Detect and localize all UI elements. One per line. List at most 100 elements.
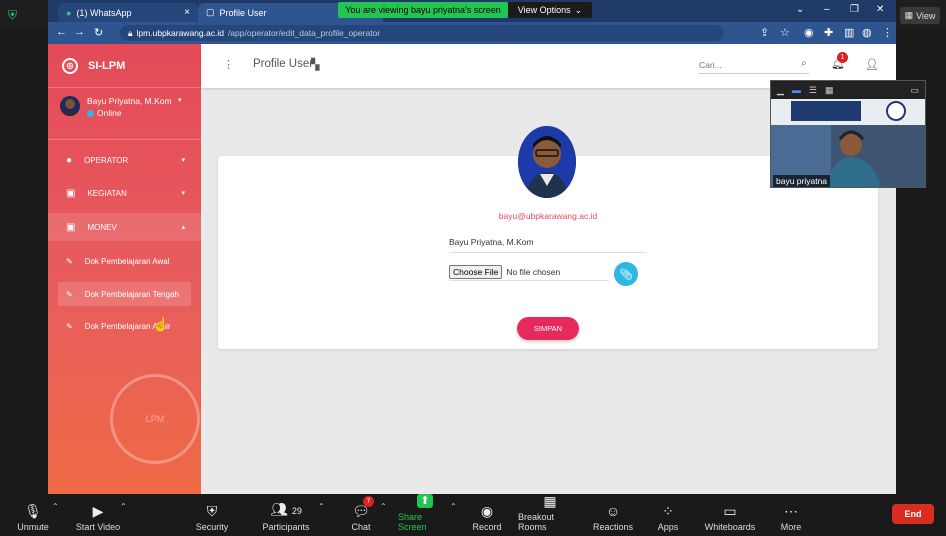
edit-icon: ✎: [66, 321, 73, 331]
sidepanel-icon[interactable]: ▥: [844, 26, 854, 39]
caret-up-icon[interactable]: ⌃: [318, 502, 325, 511]
page-title: Profile User: [253, 58, 314, 70]
video-controls: ▁ ▬ ☰ ▦ ▭: [771, 81, 925, 99]
caret-up-icon[interactable]: ⌃: [380, 502, 387, 511]
name-field[interactable]: Bayu Priyatna, M.Kom: [449, 237, 647, 253]
whatsapp-icon: ●: [66, 7, 72, 18]
more-dots-icon: ⋯: [784, 503, 798, 519]
share-icon[interactable]: ⇪: [760, 26, 769, 39]
shield-icon: ⛨: [8, 8, 18, 22]
kebab-icon[interactable]: ⋮: [223, 58, 234, 71]
mic-muted-icon: 🎙︎: [24, 503, 42, 519]
choose-file-button[interactable]: Choose File: [449, 264, 503, 279]
attach-button[interactable]: 📎︎: [614, 262, 638, 286]
user-icon[interactable]: 👤︎: [865, 58, 879, 71]
search-input[interactable]: [699, 56, 809, 74]
calendar-icon: ▣: [66, 187, 76, 199]
sidebar-subitem-tengah[interactable]: ✎ Dok Pembelajaran Tengah: [58, 282, 191, 306]
page-icon: ▢: [206, 7, 215, 17]
breakout-rooms-button[interactable]: ▦ Breakout Rooms: [518, 494, 582, 532]
participants-icon: 👥︎ 29: [270, 501, 302, 517]
chat-badge: 7: [363, 496, 374, 507]
edit-icon: ✎: [66, 289, 73, 299]
participant-name: bayu priyatna: [773, 175, 831, 187]
video-feed: [771, 99, 925, 187]
chevron-down-icon[interactable]: ⌄: [796, 4, 804, 15]
tab-whatsapp[interactable]: ● (1) WhatsApp ×: [58, 3, 198, 22]
extensions-icon[interactable]: ✚: [824, 26, 833, 39]
unmute-button[interactable]: 🎙︎ Unmute: [14, 498, 52, 532]
window-close-icon[interactable]: ✕: [876, 4, 884, 15]
brand[interactable]: ◎ SI-LPM: [48, 44, 201, 88]
hand-cursor-icon: ☝: [152, 316, 170, 332]
end-meeting-button[interactable]: End: [892, 504, 934, 524]
profile-email: bayu@ubpkarawang.ac.id: [498, 211, 598, 221]
no-file-label: No file chosen: [506, 266, 561, 277]
record-button[interactable]: ◉ Record: [470, 498, 504, 532]
zoom-toolbar: 🎙︎ Unmute ⌃ ▶︎ Start Video ⌃ ⛨ Security 👥︎ …: [0, 494, 946, 536]
sidebar-item-monev[interactable]: ▣ MONEV ▴: [48, 213, 201, 241]
back-icon[interactable]: ←: [56, 26, 67, 38]
search-icon[interactable]: ⌕: [801, 58, 807, 69]
close-icon[interactable]: ×: [184, 7, 190, 18]
notification-badge: 1: [837, 52, 848, 63]
reactions-button[interactable]: ☺ Reactions: [592, 498, 634, 532]
sidebar-subitem-akhir[interactable]: ✎ Dok Pembelajaran Akhir: [58, 314, 191, 338]
url-field[interactable]: 🔒︎ lpm.ubpkarawang.ac.id/app/operator/ed…: [120, 25, 724, 41]
emoji-icon: ☺: [605, 503, 621, 519]
caret-up-icon[interactable]: ⌃: [52, 502, 59, 511]
whiteboard-icon: ▭: [723, 503, 737, 519]
file-input[interactable]: Choose File No file chosen: [449, 263, 609, 281]
paperclip-icon: 📎︎: [619, 268, 633, 281]
caret-up-icon[interactable]: ⌃: [450, 502, 457, 511]
zoom-left-margin: [0, 28, 48, 494]
online-dot-icon: [87, 109, 94, 117]
share-screen-button[interactable]: ⬆ Share Screen: [398, 494, 452, 532]
caret-down-icon: ▾: [181, 190, 185, 197]
whiteboards-button[interactable]: ▭ Whiteboards: [704, 498, 756, 532]
profile-photo: [518, 126, 576, 198]
speaker-view-icon[interactable]: ▬: [792, 85, 801, 95]
layout-icon[interactable]: ▚: [311, 58, 319, 71]
minimize-icon[interactable]: –: [824, 4, 830, 15]
grid-icon: ▦: [904, 10, 914, 20]
camera-icon[interactable]: ◉: [804, 26, 814, 39]
video-off-icon: ▶︎: [92, 503, 104, 519]
save-button[interactable]: SIMPAN: [517, 317, 579, 340]
logo-icon: ◎: [62, 57, 78, 74]
calendar-icon: ▣: [66, 221, 76, 233]
view-button[interactable]: ▦ View: [900, 7, 940, 24]
divider: [48, 139, 201, 140]
reload-icon[interactable]: ↻: [94, 26, 103, 39]
sidebar-item-kegiatan[interactable]: ▣ KEGIATAN ▾: [48, 179, 201, 207]
participants-button[interactable]: 👥︎ 29 Participants: [258, 498, 314, 532]
stack-icon[interactable]: ☰: [809, 85, 817, 96]
restore-icon[interactable]: ❐: [850, 4, 859, 15]
web-page: ◎ SI-LPM Bayu Priyatna, M.Kom ▾ Online ●…: [48, 44, 896, 494]
expand-icon[interactable]: ▭: [910, 85, 919, 96]
gallery-icon[interactable]: ▦: [825, 85, 834, 96]
user-name: Bayu Priyatna, M.Kom: [87, 96, 172, 106]
view-options-button[interactable]: View Options ⌄: [508, 2, 592, 18]
kebab-icon[interactable]: ⋮: [882, 26, 893, 39]
sidebar-subitem-awal[interactable]: ✎ Dok Pembelajaran Awal: [58, 249, 191, 273]
sidebar-item-operator[interactable]: ● OPERATOR ▾: [48, 146, 201, 174]
caret-down-icon: ▾: [181, 157, 185, 164]
start-video-button[interactable]: ▶︎ Start Video: [72, 498, 124, 532]
shield-icon: ⛨: [206, 503, 218, 519]
profile-icon[interactable]: ◍: [862, 26, 872, 39]
user-panel[interactable]: Bayu Priyatna, M.Kom ▾ Online: [60, 94, 195, 124]
caret-up-icon[interactable]: ⌃: [120, 502, 127, 511]
share-screen-icon: ⬆: [417, 494, 433, 508]
forward-icon[interactable]: →: [74, 26, 85, 38]
more-button[interactable]: ⋯ More: [778, 498, 804, 532]
participant-video[interactable]: ▁ ▬ ☰ ▦ ▭ bayu priyatna: [770, 80, 926, 188]
avatar: [60, 96, 80, 116]
security-button[interactable]: ⛨ Security: [192, 498, 232, 532]
apps-button[interactable]: ⁘ Apps: [654, 498, 682, 532]
minimize-icon[interactable]: ▁: [777, 85, 784, 96]
chevron-down-icon: ⌄: [574, 4, 583, 15]
viewing-banner: You are viewing bayu priyatna's screen: [338, 2, 508, 18]
caret-up-icon: ▴: [181, 224, 185, 231]
star-icon[interactable]: ☆: [780, 26, 790, 39]
